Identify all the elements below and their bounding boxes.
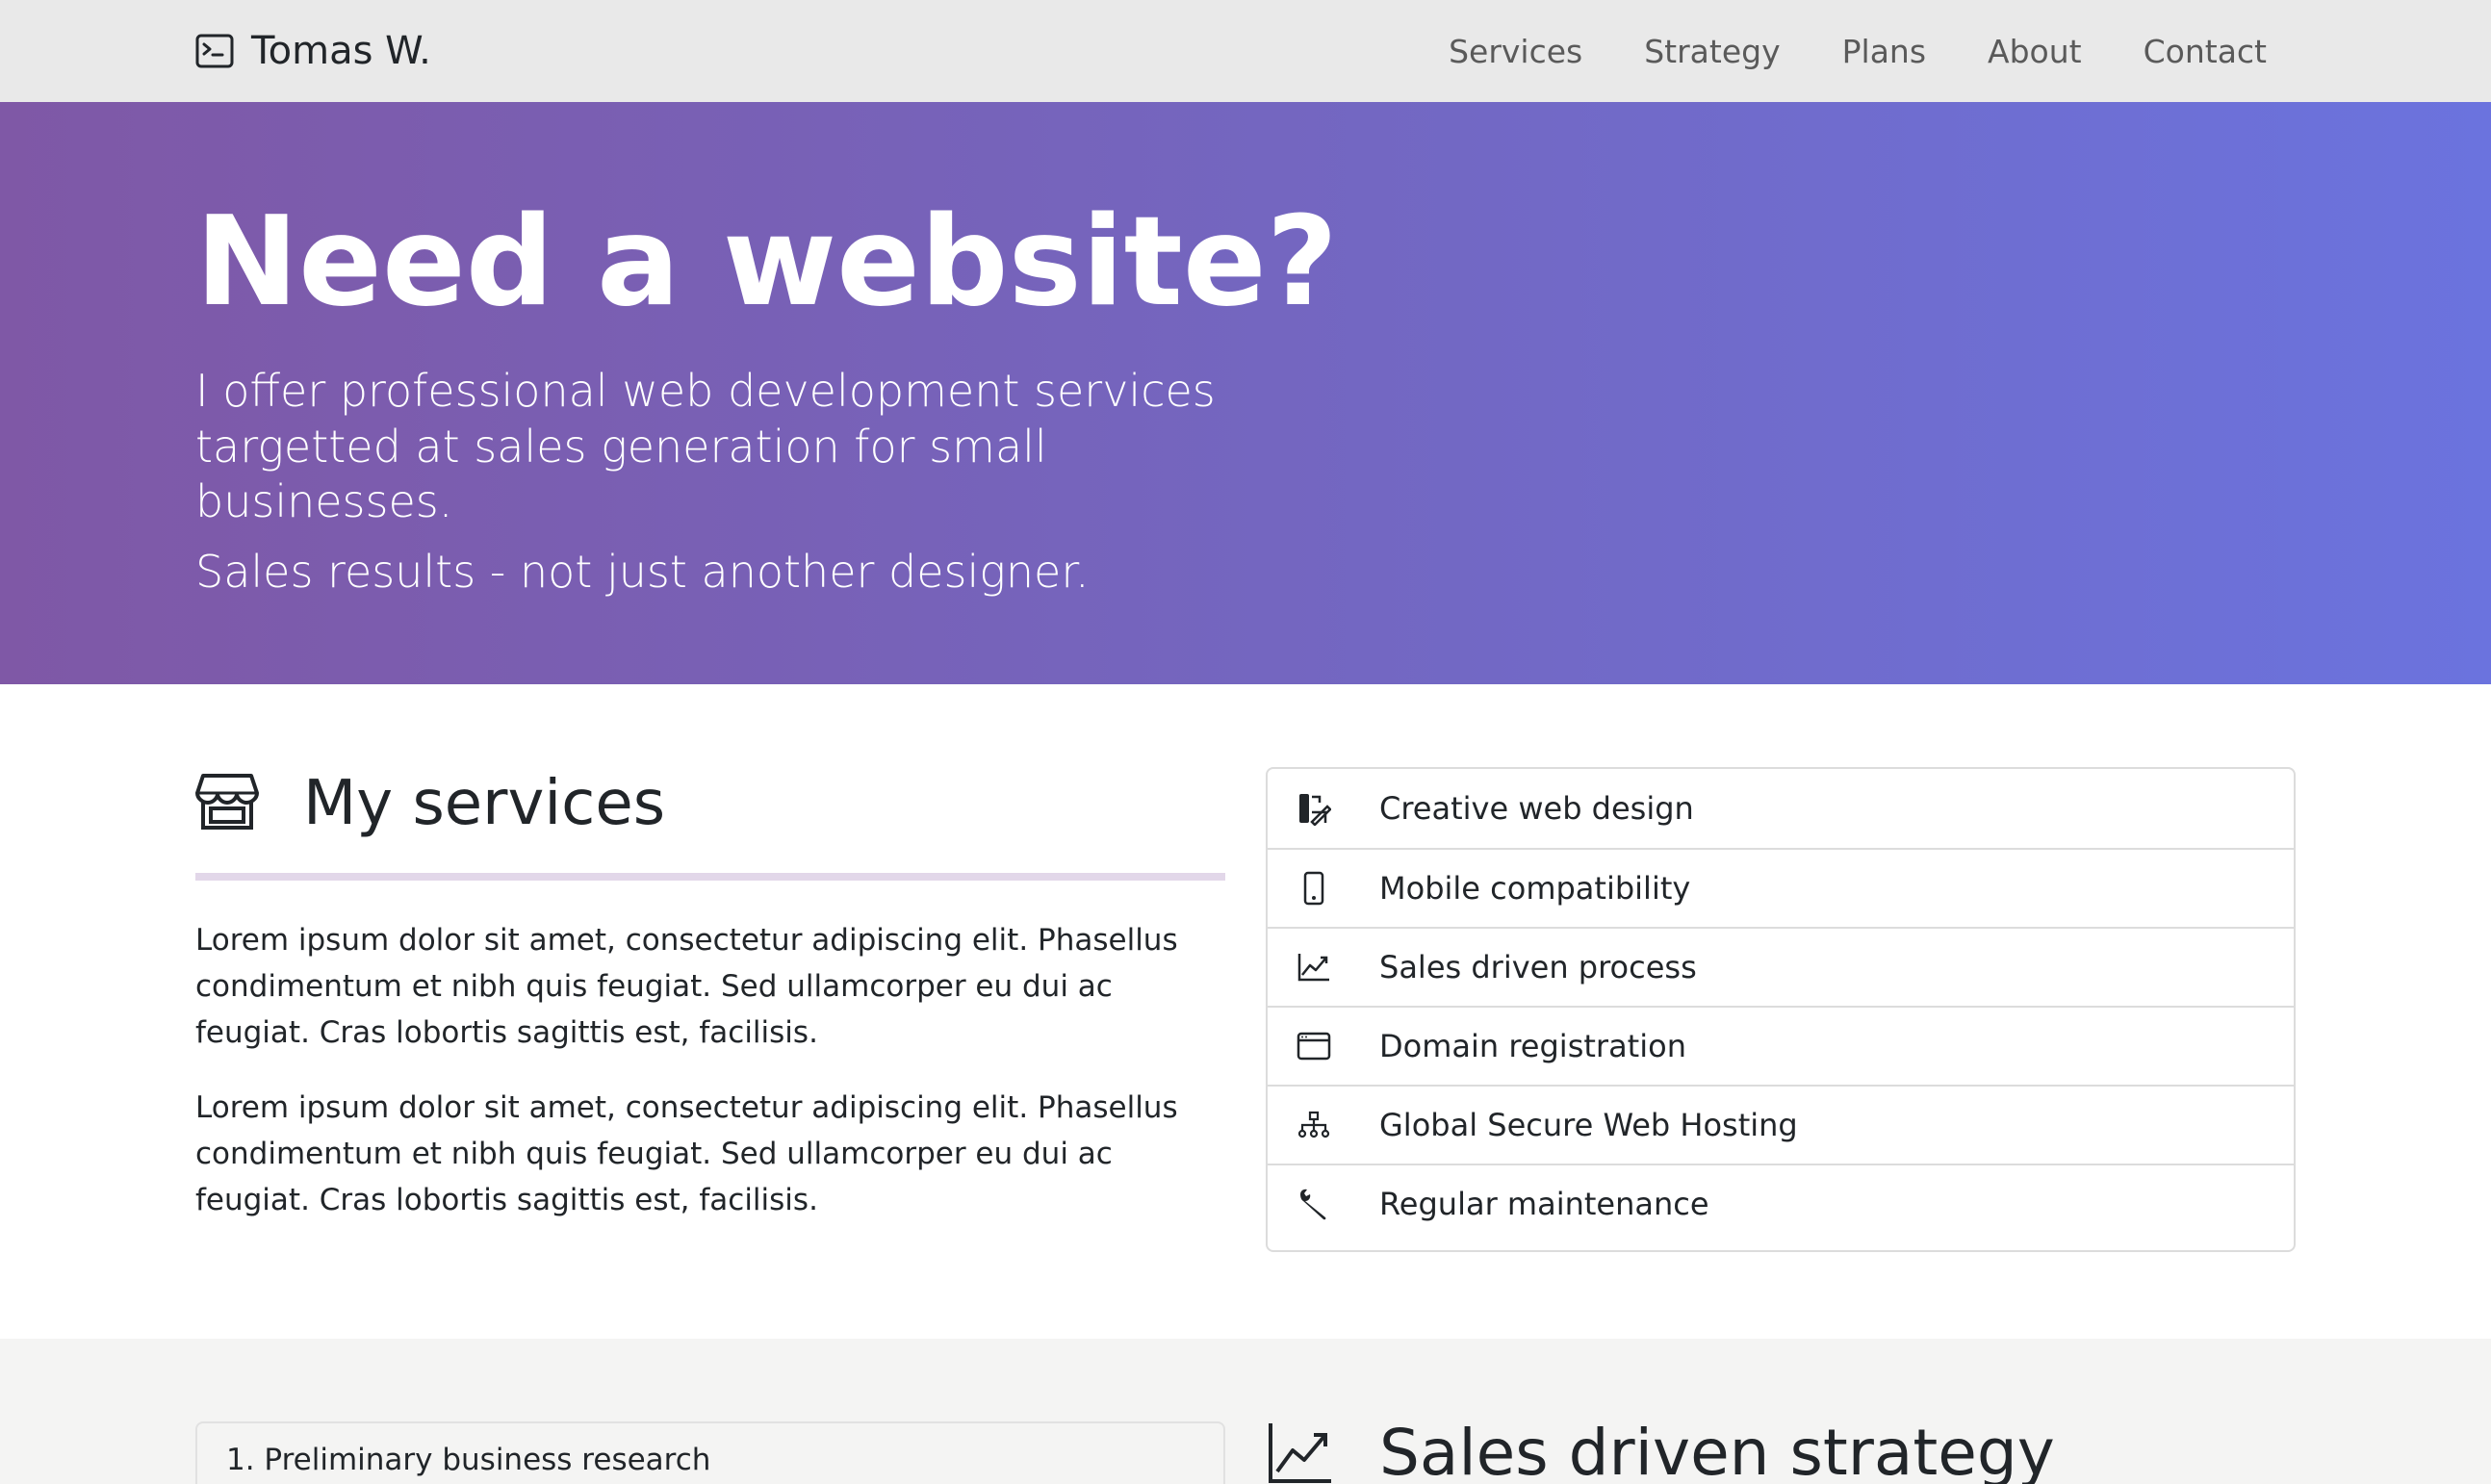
list-item-creative-web-design: Creative web design [1268, 769, 2294, 848]
browser-window-icon [1295, 1027, 1333, 1065]
services-paragraph: Lorem ipsum dolor sit amet, consectetur … [195, 923, 1178, 1050]
list-item-label: Domain registration [1379, 1028, 1686, 1064]
list-item-label: Creative web design [1379, 790, 1694, 827]
hero-title: Need a website? [195, 191, 1338, 334]
brand-name: Tomas W. [251, 29, 431, 73]
hero-lead: I offer professional web development ser… [195, 365, 1216, 528]
wrench-icon [1295, 1185, 1333, 1223]
strategy-heading: Sales driven strategy [1266, 1416, 2296, 1484]
diagram-icon [1295, 1106, 1333, 1144]
graph-up-icon [1266, 1421, 1333, 1484]
services-heading: My services [195, 767, 1225, 840]
list-item-mobile-compatibility: Mobile compatibility [1268, 848, 2294, 927]
list-item-label: Global Secure Web Hosting [1379, 1107, 1798, 1143]
main-nav: Services Strategy Plans About Contact [1449, 33, 2267, 70]
nav-link-strategy[interactable]: Strategy [1644, 33, 1780, 70]
list-item-label: Mobile compatibility [1379, 870, 1691, 907]
list-item-domain-registration: Domain registration [1268, 1006, 2294, 1085]
brush-icon [1295, 789, 1333, 828]
list-item-sales-driven-process: Sales driven process [1268, 927, 2294, 1006]
services-intro: My services Lorem ipsum dolor sit amet, … [195, 767, 1225, 1252]
section-divider [195, 873, 1225, 881]
nav-link-about[interactable]: About [1988, 33, 2082, 70]
nav-link-plans[interactable]: Plans [1842, 33, 1926, 70]
list-item-label: Sales driven process [1379, 949, 1697, 985]
list-item-regular-maintenance: Regular maintenance [1268, 1164, 2294, 1242]
services-title: My services [303, 768, 666, 839]
shop-icon [195, 772, 259, 835]
hero-section: Need a website? I offer professional web… [0, 102, 2491, 684]
services-paragraph: Lorem ipsum dolor sit amet, consectetur … [195, 1090, 1178, 1217]
list-item-label: Regular maintenance [1379, 1186, 1709, 1222]
nav-link-contact[interactable]: Contact [2144, 33, 2267, 70]
navbar: Tomas W. Services Strategy Plans About C… [0, 0, 2491, 102]
strategy-section: 1. Preliminary business research Sales d… [0, 1339, 2491, 1484]
services-section: My services Lorem ipsum dolor sit amet, … [0, 684, 2491, 1339]
hero-tagline: Sales results - not just another designe… [195, 545, 1090, 598]
brand-link[interactable]: Tomas W. [195, 29, 431, 73]
list-item-global-secure-web-hosting: Global Secure Web Hosting [1268, 1085, 2294, 1164]
strategy-step-label: 1. Preliminary business research [226, 1443, 711, 1477]
nav-link-services[interactable]: Services [1449, 33, 1582, 70]
graph-up-icon [1295, 948, 1333, 986]
services-list: Creative web design Mobile compatibility [1266, 767, 2296, 1252]
terminal-icon [195, 34, 234, 68]
strategy-step-card: 1. Preliminary business research [195, 1421, 1225, 1484]
phone-icon [1295, 869, 1333, 908]
strategy-title: Sales driven strategy [1379, 1416, 2055, 1484]
